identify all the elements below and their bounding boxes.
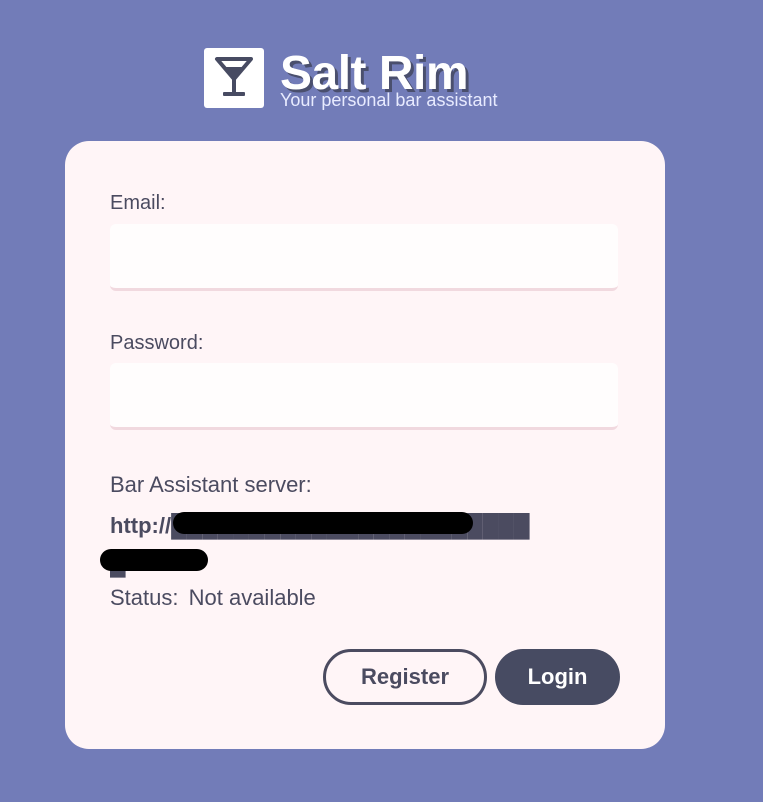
login-button[interactable]: Login bbox=[495, 649, 620, 705]
password-input[interactable] bbox=[110, 363, 618, 430]
cocktail-glass-icon bbox=[204, 48, 264, 108]
redaction-mark bbox=[100, 549, 208, 571]
register-button[interactable]: Register bbox=[323, 649, 487, 705]
server-label: Bar Assistant server: bbox=[110, 472, 312, 497]
status-label: Status: bbox=[110, 585, 179, 610]
app-subtitle: Your personal bar assistant bbox=[280, 90, 498, 110]
password-label: Password: bbox=[110, 332, 204, 354]
login-card: Email: Password: Bar Assistant server: h… bbox=[65, 141, 665, 749]
redaction-mark bbox=[173, 512, 473, 534]
server-status: Status: Not available bbox=[110, 585, 316, 611]
brand-header: Salt Rim Your personal bar assistant bbox=[204, 48, 497, 109]
email-input[interactable] bbox=[110, 224, 618, 291]
email-label: Email: bbox=[110, 192, 166, 214]
status-value: Not available bbox=[188, 585, 316, 610]
